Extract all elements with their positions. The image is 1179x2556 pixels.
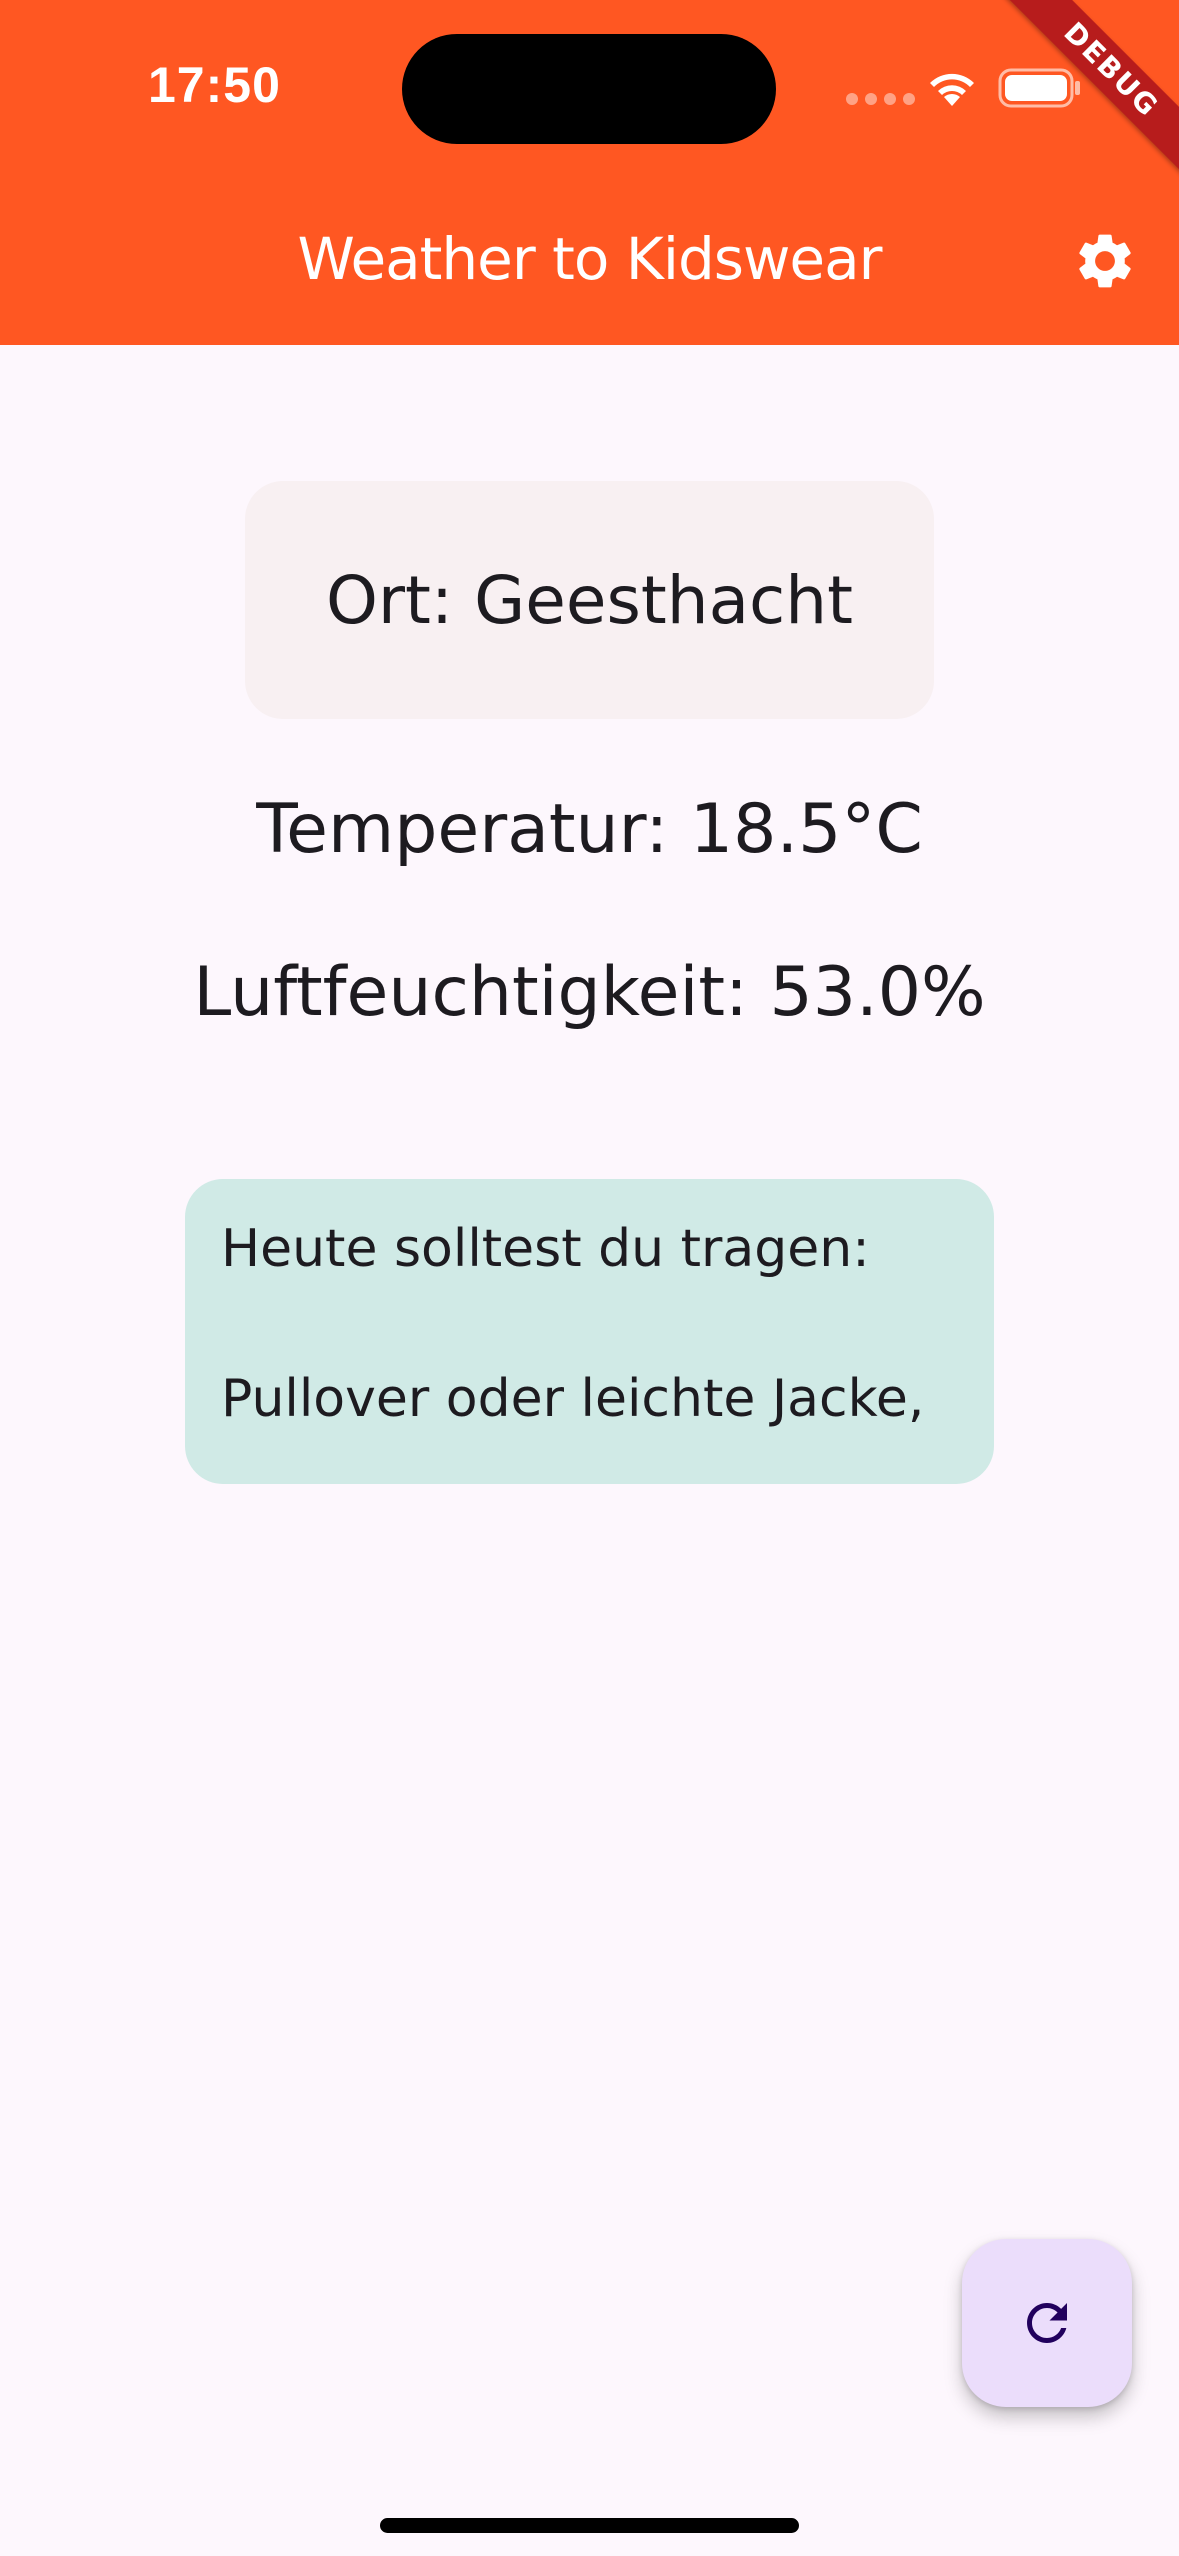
wifi-icon — [930, 73, 974, 106]
advice-text: Pullover oder leichte Jacke, — [221, 1369, 925, 1429]
location-label: Ort: Geesthacht — [325, 561, 854, 639]
refresh-icon — [1027, 2303, 1067, 2343]
location-card: Ort: Geesthacht — [245, 481, 934, 719]
cellular-signal-icon — [846, 93, 915, 105]
clothing-advice-card: Heute solltest du tragen: Pullover oder … — [185, 1179, 994, 1484]
temperature-label: Temperatur: 18.5°C — [256, 790, 923, 869]
app-title: Weather to Kidswear — [297, 225, 883, 293]
home-indicator[interactable] — [380, 2518, 799, 2533]
humidity-label: Luftfeuchtigkeit: 53.0% — [193, 953, 986, 1032]
dynamic-island — [402, 34, 776, 144]
debug-label: DEBUG — [1003, 0, 1179, 178]
refresh-button[interactable] — [962, 2239, 1132, 2407]
gear-icon[interactable] — [1072, 228, 1138, 294]
status-time: 17:50 — [148, 57, 281, 113]
app-bar: 17:50 Weather to Kidswear DEBUG — [0, 0, 1179, 345]
advice-heading: Heute solltest du tragen: — [221, 1219, 870, 1279]
debug-banner: DEBUG — [999, 0, 1179, 180]
